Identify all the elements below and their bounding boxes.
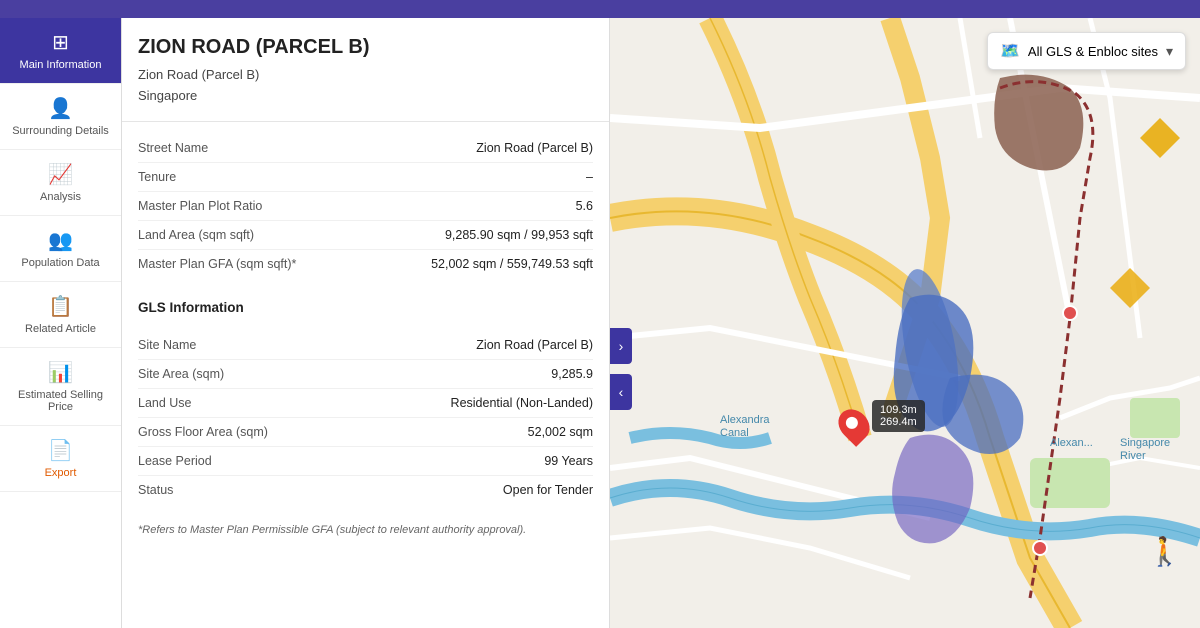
sidebar-item-analysis[interactable]: 📈 Analysis: [0, 150, 121, 216]
sidebar: ⊞ Main Information 👤 Surrounding Details…: [0, 18, 122, 628]
info-label: Master Plan GFA (sqm sqft)*: [138, 257, 356, 271]
gls-info-label: Status: [138, 483, 356, 497]
gls-info-value: Zion Road (Parcel B): [366, 338, 594, 352]
sidebar-item-population-data[interactable]: 👥 Population Data: [0, 216, 121, 282]
gls-info-value: Residential (Non-Landed): [366, 396, 594, 410]
info-row: Land Area (sqm sqft) 9,285.90 sqm / 99,9…: [138, 221, 593, 250]
sidebar-item-estimated-selling-price[interactable]: 📊 Estimated Selling Price: [0, 348, 121, 426]
svg-text:Alexan...: Alexan...: [1050, 437, 1093, 449]
chevron-down-icon: ▾: [1166, 43, 1173, 60]
panel-collapse-button[interactable]: ‹: [610, 374, 632, 410]
bar-chart-icon: 📊: [48, 360, 73, 385]
group-icon: 👥: [48, 228, 73, 253]
info-label: Land Area (sqm sqft): [138, 228, 356, 242]
main-info-section: Street Name Zion Road (Parcel B) Tenure …: [122, 122, 609, 290]
gls-info-label: Land Use: [138, 396, 356, 410]
chart-icon: 📈: [48, 162, 73, 187]
gls-info-section: Site Name Zion Road (Parcel B) Site Area…: [122, 319, 609, 516]
panel-expand-button[interactable]: ›: [610, 328, 632, 364]
gls-info-value: 9,285.9: [366, 367, 594, 381]
gls-info-label: Site Area (sqm): [138, 367, 356, 381]
info-value: Zion Road (Parcel B): [366, 141, 594, 155]
footnote: *Refers to Master Plan Permissible GFA (…: [122, 516, 609, 548]
gls-info-label: Lease Period: [138, 454, 356, 468]
info-value: 5.6: [366, 199, 594, 213]
info-row: Street Name Zion Road (Parcel B): [138, 134, 593, 163]
info-label: Master Plan Plot Ratio: [138, 199, 356, 213]
svg-text:Canal: Canal: [720, 427, 749, 439]
sidebar-item-export[interactable]: 📄 Export: [0, 426, 121, 492]
gls-info-value: Open for Tender: [366, 483, 594, 497]
info-value: 52,002 sqm / 559,749.53 sqft: [366, 257, 594, 271]
gls-info-row: Land Use Residential (Non-Landed): [138, 389, 593, 418]
gls-info-value: 52,002 sqm: [366, 425, 594, 439]
content-panel: ZION ROAD (PARCEL B) Zion Road (Parcel B…: [122, 18, 610, 628]
sidebar-item-related-article[interactable]: 📋 Related Article: [0, 282, 121, 348]
article-icon: 📋: [48, 294, 73, 319]
svg-text:Alexandra: Alexandra: [720, 414, 770, 426]
gls-info-row: Status Open for Tender: [138, 476, 593, 504]
gls-info-row: Gross Floor Area (sqm) 52,002 sqm: [138, 418, 593, 447]
property-subtitle: Zion Road (Parcel B) Singapore: [138, 65, 593, 107]
property-title: ZION ROAD (PARCEL B): [138, 36, 593, 59]
svg-text:River: River: [1120, 450, 1146, 462]
person-circle-icon: 👤: [48, 96, 73, 121]
info-label: Tenure: [138, 170, 356, 184]
info-label: Street Name: [138, 141, 356, 155]
map-marker: 109.3m 269.4m: [840, 408, 868, 445]
sidebar-item-main-information[interactable]: ⊞ Main Information: [0, 18, 121, 84]
info-value: –: [366, 170, 594, 184]
map-person-icon: 🚶: [1147, 535, 1182, 568]
gls-info-value: 99 Years: [366, 454, 594, 468]
gls-info-row: Site Area (sqm) 9,285.9: [138, 360, 593, 389]
gls-info-row: Lease Period 99 Years: [138, 447, 593, 476]
info-row: Master Plan Plot Ratio 5.6: [138, 192, 593, 221]
property-header: ZION ROAD (PARCEL B) Zion Road (Parcel B…: [122, 18, 609, 122]
property-subtitle-line2: Singapore: [138, 88, 197, 103]
gls-info-label: Gross Floor Area (sqm): [138, 425, 356, 439]
info-value: 9,285.90 sqm / 99,953 sqft: [366, 228, 594, 242]
gls-info-row: Site Name Zion Road (Parcel B): [138, 331, 593, 360]
marker-distance-label: 109.3m 269.4m: [872, 400, 925, 432]
svg-text:Singapore: Singapore: [1120, 437, 1170, 449]
home-icon: ⊞: [52, 30, 69, 55]
sidebar-item-surrounding-details[interactable]: 👤 Surrounding Details: [0, 84, 121, 150]
gls-info-label: Site Name: [138, 338, 356, 352]
info-row: Master Plan GFA (sqm sqft)* 52,002 sqm /…: [138, 250, 593, 278]
export-icon: 📄: [48, 438, 73, 463]
map-dropdown-label: All GLS & Enbloc sites: [1028, 44, 1158, 59]
info-row: Tenure –: [138, 163, 593, 192]
map-dropdown[interactable]: 🗺️ All GLS & Enbloc sites ▾: [987, 32, 1186, 70]
gls-section-title: GLS Information: [122, 290, 609, 319]
map-area: Great World (TE15) Havelock (TE16) Alexa…: [610, 18, 1200, 628]
map-dropdown-color-icon: 🗺️: [1000, 41, 1020, 61]
property-subtitle-line1: Zion Road (Parcel B): [138, 67, 259, 82]
